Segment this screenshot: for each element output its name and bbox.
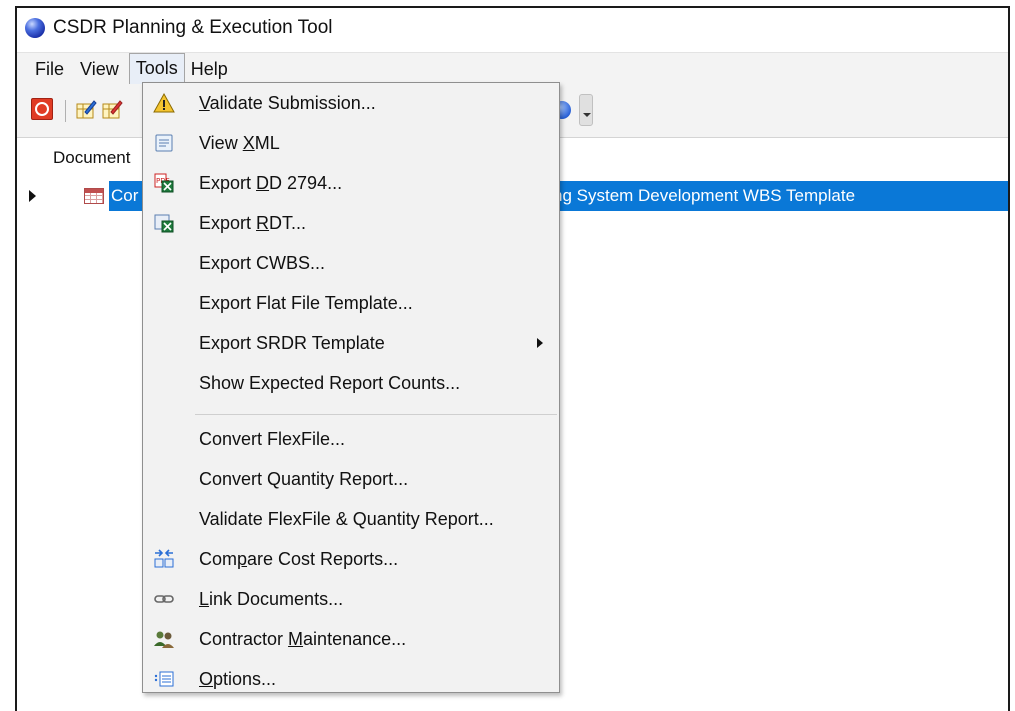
menu-item-label: Export SRDR Template [199,332,385,353]
menu-item-label: Options... [199,668,277,689]
menu-item-label: Validate Submission... [199,92,376,113]
stop-button[interactable] [31,98,53,120]
menu-file-label: File [35,58,65,79]
menu-file[interactable]: File [29,54,70,84]
toolbar-overflow-button[interactable] [579,94,593,126]
menu-item-export-flat-file-template[interactable]: Export Flat File Template... [143,285,559,321]
menu-tools[interactable]: Tools [128,53,185,84]
edit-table-icon[interactable] [101,98,123,120]
menu-item-link-documents[interactable]: Link Documents... [143,581,559,617]
row-text-right: ng System Development WBS Template [553,186,856,205]
menu-tools-label: Tools [135,58,178,78]
menu-help-label: Help [190,58,228,79]
window-title: CSDR Planning & Execution Tool [53,17,333,38]
excel-export-icon [154,214,174,233]
edit-table-icon[interactable] [75,98,97,120]
menu-item-label: Convert FlexFile... [199,428,346,449]
menu-item-export-rdt[interactable]: Export RDT... [143,205,559,241]
menu-item-label: Export RDT... [199,212,307,233]
app-globe-icon [25,18,45,38]
menu-help[interactable]: Help [185,54,234,84]
compare-icon [154,549,174,568]
menu-item-contractor-maintenance[interactable]: Contractor Maintenance... [143,621,559,657]
menu-item-compare-cost-reports[interactable]: Compare Cost Reports... [143,541,559,577]
menu-item-label: Validate FlexFile & Quantity Report... [199,508,494,529]
pdf-excel-export-icon: PDF [154,173,174,193]
menu-item-show-expected-report-counts[interactable]: Show Expected Report Counts... [143,365,559,401]
menu-view[interactable]: View [74,54,125,84]
menu-item-label: Convert Quantity Report... [199,468,409,489]
warning-icon [153,92,175,113]
row-indicator-icon [29,190,36,202]
menu-item-validate-flexfile-quantity-report[interactable]: Validate FlexFile & Quantity Report... [143,501,559,537]
menu-item-label: Show Expected Report Counts... [199,372,461,393]
toolbar-separator [65,100,66,122]
menu-item-options[interactable]: Options... [143,661,559,697]
menu-item-view-xml[interactable]: View XML [143,125,559,161]
menu-item-export-dd-2794[interactable]: PDF Export DD 2794... [143,165,559,201]
menu-item-label: Contractor Maintenance... [199,628,407,649]
menu-item-label: View XML [199,132,280,153]
menu-item-label: Export CWBS... [199,252,326,273]
menu-item-label: Compare Cost Reports... [199,548,399,569]
tools-dropdown-menu: Validate Submission... View XML PDF Expo… [142,82,560,693]
menu-item-label: Export DD 2794... [199,172,343,193]
app-window: CSDR Planning & Execution Tool File View… [15,6,1010,711]
menu-item-validate-submission[interactable]: Validate Submission... [143,85,559,121]
menu-view-label: View [80,58,119,79]
menu-item-export-cwbs[interactable]: Export CWBS... [143,245,559,281]
menu-separator [195,414,557,415]
submenu-arrow-icon [537,338,543,348]
link-icon [154,595,174,603]
menu-item-label: Export Flat File Template... [199,292,413,313]
row-text-left: Cor [111,186,139,205]
title-bar: CSDR Planning & Execution Tool [17,8,1008,48]
table-icon [84,188,104,204]
contractors-icon [154,631,174,648]
menu-item-export-srdr-template[interactable]: Export SRDR Template [143,325,559,361]
document-column-header: Document [53,148,131,167]
xml-document-icon [155,134,173,152]
menu-item-convert-flexfile[interactable]: Convert FlexFile... [143,421,559,457]
options-list-icon [154,671,174,687]
menu-item-label: Link Documents... [199,588,344,609]
menu-bar: File View Tools Help [17,52,1008,84]
menu-item-convert-quantity-report[interactable]: Convert Quantity Report... [143,461,559,497]
